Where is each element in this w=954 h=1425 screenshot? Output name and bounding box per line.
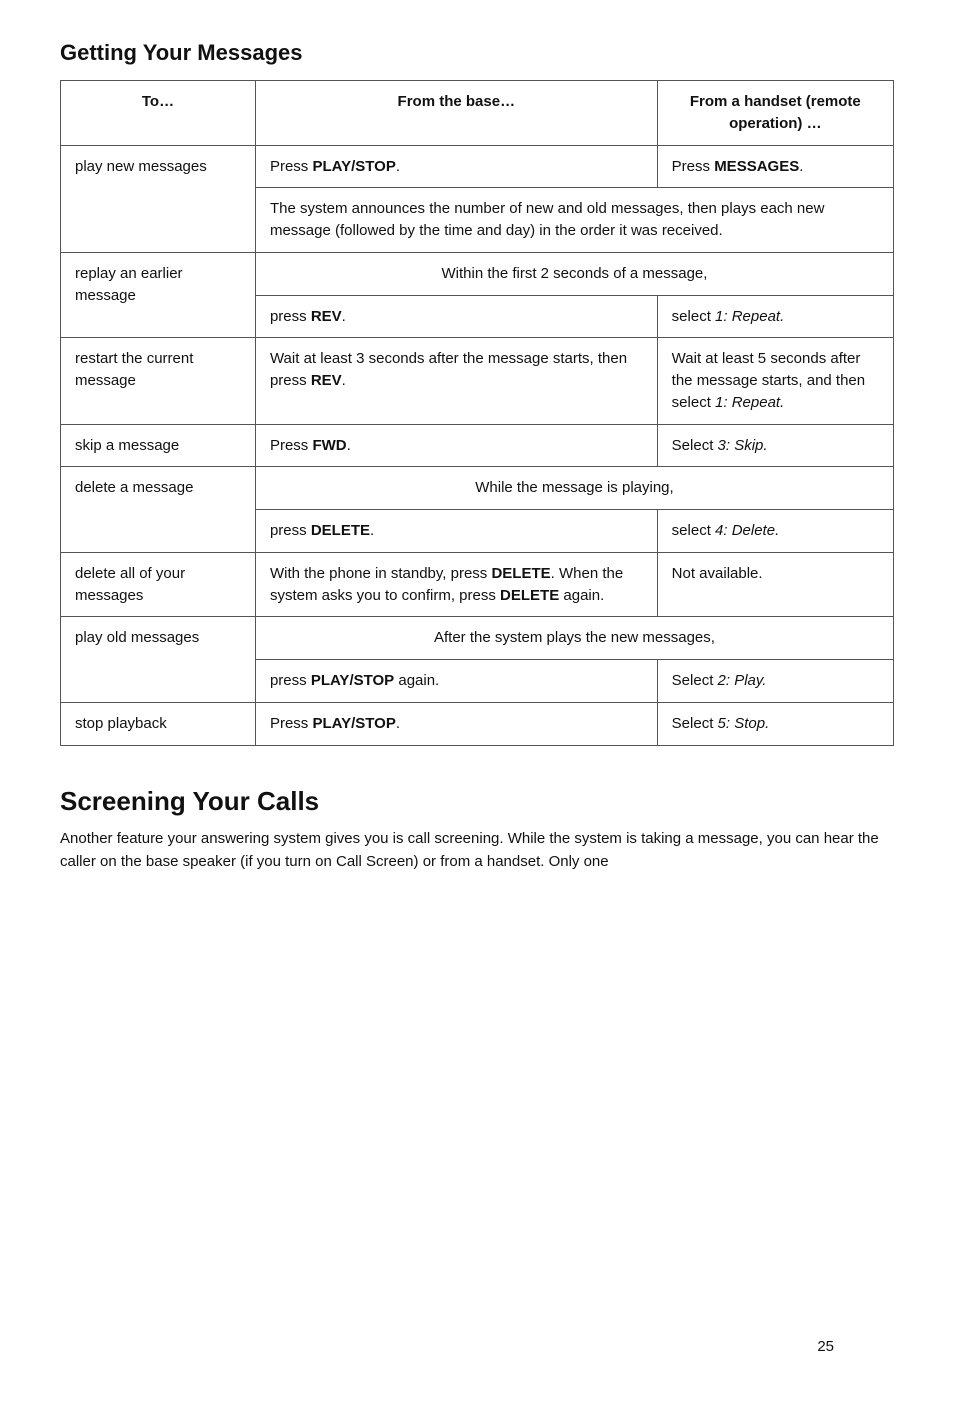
page-number: 25 <box>817 1338 834 1355</box>
italic-text: 2: Play. <box>718 672 767 689</box>
row-delete-merged-top: While the message is playing, <box>255 467 893 510</box>
row-restart-to: restart the current message <box>61 338 256 424</box>
section2-body: Another feature your answering system gi… <box>60 827 894 874</box>
row-restart-handset: Wait at least 5 seconds after the messag… <box>657 338 893 424</box>
row-delete-base: press DELETE. <box>255 510 657 553</box>
row-playold-handset: Select 2: Play. <box>657 660 893 703</box>
row-play-new-base-1: Press PLAY/STOP. <box>255 145 657 188</box>
row-restart-base: Wait at least 3 seconds after the messag… <box>255 338 657 424</box>
table-row: restart the current message Wait at leas… <box>61 338 894 424</box>
italic-text: 1: Repeat. <box>715 394 784 411</box>
row-deleteall-base: With the phone in standby, press DELETE.… <box>255 552 657 617</box>
row-replay-to: replay an earlier message <box>61 252 256 338</box>
row-skip-base: Press FWD. <box>255 424 657 467</box>
row-replay-handset: select 1: Repeat. <box>657 295 893 338</box>
bold-text: FWD <box>312 437 346 454</box>
bold-text: PLAY/STOP <box>312 158 395 175</box>
table-row: skip a message Press FWD. Select 3: Skip… <box>61 424 894 467</box>
italic-text: 5: Stop. <box>718 715 770 732</box>
italic-text: 3: Skip. <box>718 437 768 454</box>
row-stop-handset: Select 5: Stop. <box>657 702 893 745</box>
page-wrapper: Getting Your Messages To… From the base…… <box>60 40 894 1385</box>
section2-title: Screening Your Calls <box>60 786 894 817</box>
row-playold-to: play old messages <box>61 617 256 703</box>
bold-text: PLAY/STOP <box>311 672 394 689</box>
table-row: delete a message While the message is pl… <box>61 467 894 510</box>
bold-text: MESSAGES <box>714 158 799 175</box>
row-play-new-to: play new messages <box>61 145 256 252</box>
bold-text: PLAY/STOP <box>312 715 395 732</box>
row-deleteall-handset: Not available. <box>657 552 893 617</box>
row-replay-merged-top: Within the first 2 seconds of a message, <box>255 252 893 295</box>
col-header-to: To… <box>61 81 256 146</box>
row-stop-base: Press PLAY/STOP. <box>255 702 657 745</box>
table-row: stop playback Press PLAY/STOP. Select 5:… <box>61 702 894 745</box>
row-play-new-base-2: The system announces the number of new a… <box>255 188 893 253</box>
bold-text: REV <box>311 308 342 325</box>
table-row: replay an earlier message Within the fir… <box>61 252 894 295</box>
messages-table: To… From the base… From a handset (remot… <box>60 80 894 746</box>
row-stop-to: stop playback <box>61 702 256 745</box>
col-header-handset: From a handset (remote operation) … <box>657 81 893 146</box>
row-replay-base: press REV. <box>255 295 657 338</box>
section1-title: Getting Your Messages <box>60 40 894 66</box>
row-playold-merged-top: After the system plays the new messages, <box>255 617 893 660</box>
col-header-base: From the base… <box>255 81 657 146</box>
italic-text: 4: Delete. <box>715 522 779 539</box>
row-deleteall-to: delete all of your messages <box>61 552 256 617</box>
bold-text: REV <box>311 372 342 389</box>
italic-text: 1: Repeat. <box>715 308 784 325</box>
row-delete-handset: select 4: Delete. <box>657 510 893 553</box>
table-row: play new messages Press PLAY/STOP. Press… <box>61 145 894 188</box>
bold-text: DELETE <box>311 522 370 539</box>
row-delete-to: delete a message <box>61 467 256 553</box>
table-row: delete all of your messages With the pho… <box>61 552 894 617</box>
table-row: play old messages After the system plays… <box>61 617 894 660</box>
bold-text: DELETE <box>500 587 559 604</box>
row-skip-to: skip a message <box>61 424 256 467</box>
row-skip-handset: Select 3: Skip. <box>657 424 893 467</box>
bold-text: DELETE <box>491 565 550 582</box>
row-playold-base: press PLAY/STOP again. <box>255 660 657 703</box>
row-play-new-handset-1: Press MESSAGES. <box>657 145 893 188</box>
